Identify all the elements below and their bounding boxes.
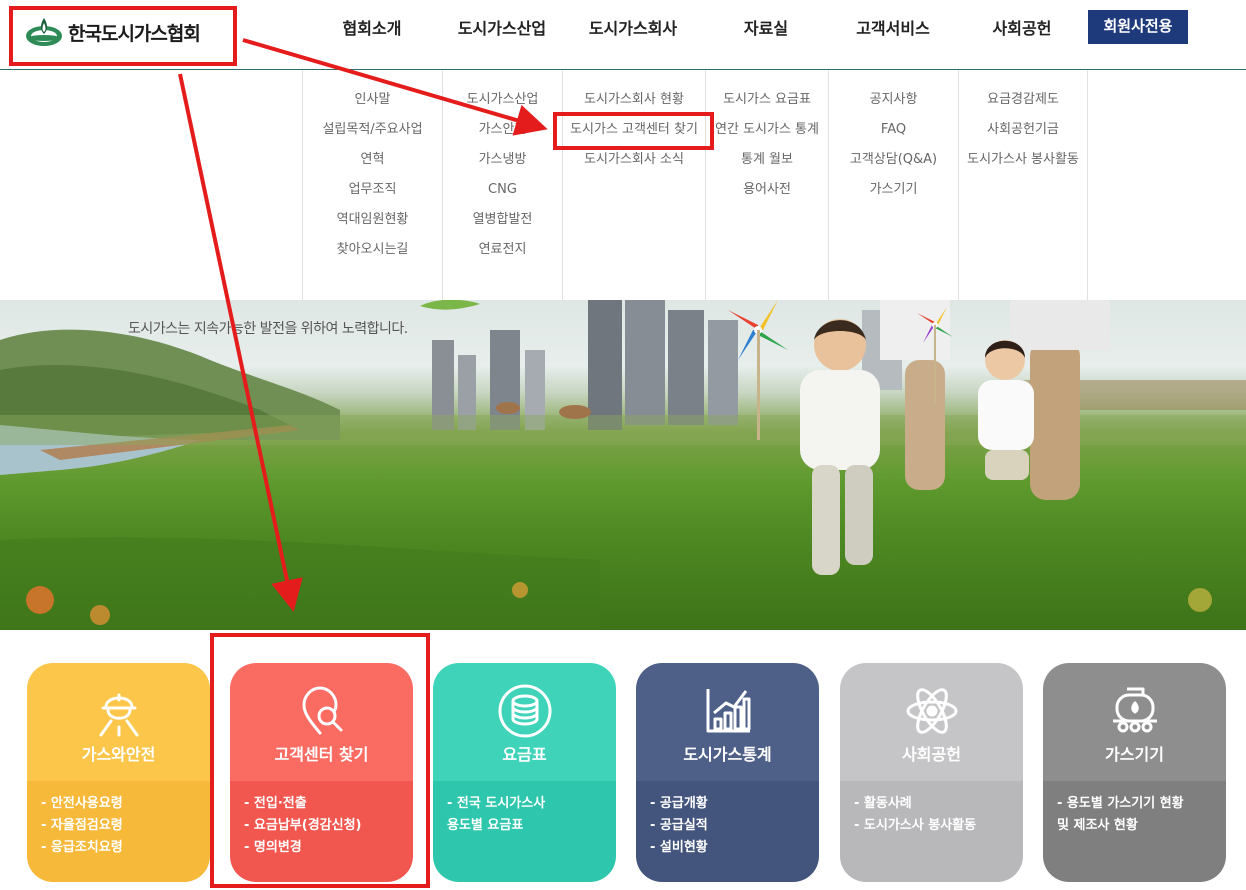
menu-col-about: 인사말 설립목적/주요사업 연혁 업무조직 역대임원현황 찾아오시는길	[302, 70, 442, 300]
tile-link[interactable]: - 설비현황	[650, 837, 819, 859]
menu-item[interactable]: 가스안전	[443, 120, 562, 150]
menu-item[interactable]: 연간 도시가스 통계	[706, 120, 828, 150]
tile-link[interactable]: 용도별 요금표	[447, 815, 616, 837]
menu-item[interactable]: FAQ	[829, 120, 958, 150]
menu-col-archive: 도시가스 요금표 연간 도시가스 통계 통계 월보 용어사전	[705, 70, 828, 300]
nav-archive[interactable]: 자료실	[716, 16, 816, 46]
tile-top: 가스기기	[1043, 663, 1226, 781]
menu-item[interactable]: 업무조직	[303, 180, 442, 210]
tile-link[interactable]: - 활동사례	[854, 793, 1023, 815]
tile-link[interactable]: - 전국 도시가스사	[447, 793, 616, 815]
tile-link[interactable]: - 공급개황	[650, 793, 819, 815]
banner-slogan: 도시가스는 지속가능한 발전을 위하여 노력합니다.	[128, 321, 408, 337]
member-only-button[interactable]: 회원사전용	[1088, 10, 1188, 44]
worker-helmet-icon	[99, 693, 138, 737]
tile-links: - 활동사례 - 도시가스사 봉사활동	[840, 781, 1023, 882]
nav-about[interactable]: 협회소개	[322, 16, 422, 46]
hero-illustration	[0, 300, 1246, 630]
nav-gas-industry[interactable]: 도시가스산업	[442, 16, 562, 46]
coin-stack-icon	[498, 684, 551, 738]
atom-icon	[906, 688, 957, 734]
tile-top: 가스와안전	[27, 663, 210, 781]
gas-tank-truck-icon	[1112, 687, 1157, 733]
tile-links: - 전국 도시가스사 용도별 요금표	[433, 781, 616, 882]
menu-col-customer-service: 공지사항 FAQ 고객상담(Q&A) 가스기기	[828, 70, 958, 300]
menu-item[interactable]: 설립목적/주요사업	[303, 120, 442, 150]
menu-item[interactable]: 용어사전	[706, 180, 828, 210]
hero-banner: 도시가스는 지속가능한 발전을 위하여 노력합니다.	[0, 300, 1246, 630]
page: 한국도시가스협회 협회소개 도시가스산업 도시가스회사 자료실 고객서비스 사회…	[0, 0, 1246, 890]
tile-gas-safety[interactable]: 가스와안전 - 안전사용요령 - 자율점검요령 - 응급조치요령	[27, 663, 210, 882]
highlight-customer-center-menu	[553, 112, 714, 150]
tile-top: 요금표	[433, 663, 616, 781]
menu-item[interactable]: CNG	[443, 180, 562, 210]
tile-rate-table[interactable]: 요금표 - 전국 도시가스사 용도별 요금표	[433, 663, 616, 882]
tile-link[interactable]: - 응급조치요령	[41, 837, 210, 859]
tile-link[interactable]: - 안전사용요령	[41, 793, 210, 815]
menu-col-social-contribution: 요금경감제도 사회공헌기금 도시가스사 봉사활동	[958, 70, 1088, 300]
menu-item[interactable]: 사회공헌기금	[959, 120, 1087, 150]
menu-col-gas-industry: 도시가스산업 가스안전 가스냉방 CNG 열병합발전 연료전지	[442, 70, 562, 300]
menu-item[interactable]: 도시가스회사 소식	[563, 150, 705, 180]
tile-title: 가스기기	[1105, 745, 1164, 764]
nav-customer-service[interactable]: 고객서비스	[838, 16, 948, 46]
tile-top: 도시가스통계	[636, 663, 819, 781]
tile-title: 도시가스통계	[683, 745, 772, 764]
nav-gas-companies[interactable]: 도시가스회사	[573, 16, 693, 46]
tile-link[interactable]: 및 제조사 현황	[1057, 815, 1226, 837]
nav-social-contribution[interactable]: 사회공헌	[972, 16, 1072, 46]
tile-title: 사회공헌	[902, 745, 961, 764]
menu-item[interactable]: 연혁	[303, 150, 442, 180]
menu-item[interactable]: 가스기기	[829, 180, 958, 210]
bar-chart-icon	[706, 689, 750, 733]
tile-links: - 용도별 가스기기 현황 및 제조사 현황	[1043, 781, 1226, 882]
tile-links: - 공급개황 - 공급실적 - 설비현황	[636, 781, 819, 882]
menu-item[interactable]: 요금경감제도	[959, 90, 1087, 120]
menu-item[interactable]: 도시가스산업	[443, 90, 562, 120]
tile-link[interactable]: - 도시가스사 봉사활동	[854, 815, 1023, 837]
menu-item[interactable]: 가스냉방	[443, 150, 562, 180]
menu-item[interactable]: 공지사항	[829, 90, 958, 120]
tile-gas-statistics[interactable]: 도시가스통계 - 공급개황 - 공급실적 - 설비현황	[636, 663, 819, 882]
menu-item[interactable]: 역대임원현황	[303, 210, 442, 240]
tile-gas-appliances[interactable]: 가스기기 - 용도별 가스기기 현황 및 제조사 현황	[1043, 663, 1226, 882]
tile-title: 요금표	[502, 745, 547, 764]
mega-menu: 인사말 설립목적/주요사업 연혁 업무조직 역대임원현황 찾아오시는길 도시가스…	[0, 70, 1246, 300]
menu-item[interactable]: 찾아오시는길	[303, 240, 442, 270]
tile-link[interactable]: - 자율점검요령	[41, 815, 210, 837]
tile-social-contribution[interactable]: 사회공헌 - 활동사례 - 도시가스사 봉사활동	[840, 663, 1023, 882]
menu-item[interactable]: 도시가스 요금표	[706, 90, 828, 120]
menu-item[interactable]: 통계 월보	[706, 150, 828, 180]
tile-link[interactable]: - 용도별 가스기기 현황	[1057, 793, 1226, 815]
tile-top: 사회공헌	[840, 663, 1023, 781]
tile-links: - 안전사용요령 - 자율점검요령 - 응급조치요령	[27, 781, 210, 882]
menu-col-gas-companies: 도시가스회사 현황 도시가스 고객센터 찾기 도시가스회사 소식	[562, 70, 705, 300]
highlight-logo	[9, 6, 237, 66]
menu-item[interactable]: 고객상담(Q&A)	[829, 150, 958, 180]
tile-title: 가스와안전	[81, 745, 156, 764]
menu-item[interactable]: 연료전지	[443, 240, 562, 270]
menu-item[interactable]: 인사말	[303, 90, 442, 120]
tile-link[interactable]: - 공급실적	[650, 815, 819, 837]
menu-item[interactable]: 도시가스사 봉사활동	[959, 150, 1087, 180]
highlight-customer-center-tile	[210, 633, 430, 888]
menu-item[interactable]: 열병합발전	[443, 210, 562, 240]
